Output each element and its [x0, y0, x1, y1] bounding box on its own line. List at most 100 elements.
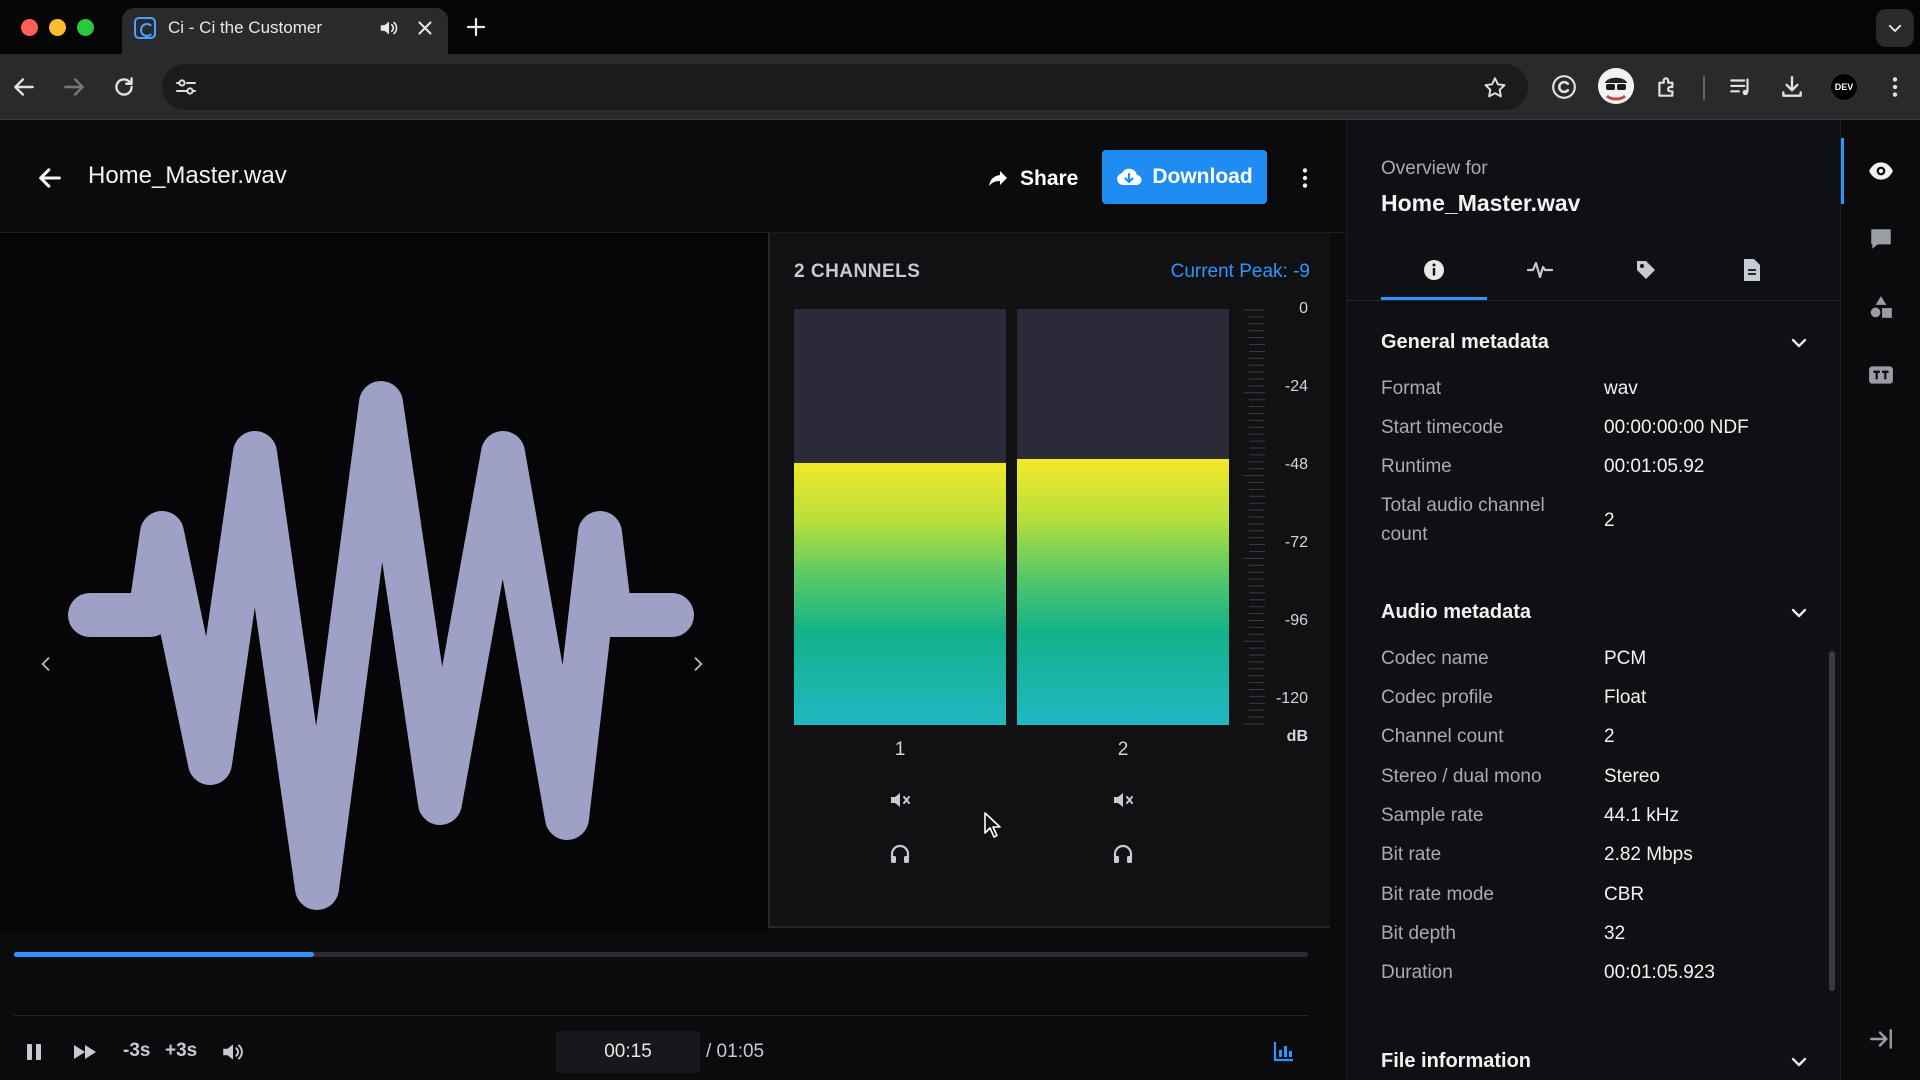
- downloads-icon[interactable]: [1779, 74, 1805, 100]
- current-time-input[interactable]: 00:15: [556, 1031, 700, 1073]
- section-title: File information: [1381, 1050, 1531, 1072]
- audio-metadata-header[interactable]: Audio metadata: [1381, 601, 1811, 629]
- document-icon: [1744, 259, 1760, 281]
- chevron-down-icon: [1791, 338, 1807, 348]
- meta-value: 00:00:00:00 NDF: [1604, 417, 1749, 438]
- pause-icon[interactable]: [22, 1039, 46, 1065]
- window-minimize-button[interactable]: [49, 19, 66, 36]
- back-arrow-icon[interactable]: [36, 164, 64, 192]
- extensions-puzzle-icon[interactable]: [1654, 74, 1680, 100]
- back-arrow-icon[interactable]: [11, 74, 37, 100]
- fast-forward-icon[interactable]: [72, 1039, 98, 1065]
- browser-menu-icon[interactable]: [1882, 74, 1908, 100]
- window-close-button[interactable]: [21, 19, 38, 36]
- tab-document[interactable]: [1699, 258, 1805, 300]
- meta-label: Format: [1381, 378, 1442, 399]
- comment-icon[interactable]: [1868, 226, 1894, 252]
- channel-2-mute-icon[interactable]: [1111, 788, 1135, 812]
- rewind-3s-button[interactable]: -3s: [123, 1040, 150, 1062]
- share-button[interactable]: Share: [986, 154, 1106, 204]
- new-tab-icon[interactable]: [464, 15, 488, 39]
- meta-label: Codec name: [1381, 648, 1489, 669]
- overview-for-label: Overview for: [1381, 158, 1488, 179]
- chevron-down-icon: [1791, 608, 1807, 618]
- collapse-panel-icon[interactable]: [1868, 1026, 1894, 1052]
- meta-value: 32: [1604, 923, 1626, 944]
- current-peak-readout: Current Peak: -9: [1170, 261, 1310, 282]
- tab-tags[interactable]: [1593, 258, 1699, 300]
- panel-scrollbar[interactable]: [1829, 651, 1835, 991]
- extension-c-icon[interactable]: [1551, 74, 1577, 100]
- bookmark-star-icon[interactable]: [1482, 75, 1508, 101]
- channel-2-solo-headphones-icon[interactable]: [1111, 842, 1135, 866]
- previous-chevron-icon[interactable]: [36, 652, 56, 676]
- overview-panel: Overview for Home_Master.wav General met…: [1346, 120, 1841, 1080]
- window-zoom-button[interactable]: [77, 19, 94, 36]
- waveform-icon: [1527, 261, 1553, 279]
- app-root: Home_Master.wav Share Download 2 CHANNEL…: [0, 120, 1920, 1080]
- playback-progress-bar[interactable]: [14, 952, 1308, 957]
- file-information-header[interactable]: File information: [1381, 1050, 1811, 1078]
- meta-value: Stereo: [1604, 766, 1660, 787]
- channel-1-mute-icon[interactable]: [888, 788, 912, 812]
- audio-meter-toggle-icon[interactable]: [1272, 1039, 1296, 1063]
- db-tick-label: -96: [1284, 612, 1308, 629]
- meta-label: Bit rate: [1381, 844, 1442, 865]
- controls-divider: [14, 1015, 1308, 1016]
- channel-count-label: 2 CHANNELS: [794, 261, 921, 282]
- tab-audio-playing-icon[interactable]: [378, 17, 400, 39]
- forward-3s-button[interactable]: +3s: [165, 1040, 197, 1062]
- viewer-header: Home_Master.wav Share Download: [0, 120, 1346, 233]
- audio-waveform-icon: [68, 381, 694, 910]
- tab-search-button[interactable]: [1876, 9, 1914, 47]
- shapes-icon[interactable]: [1868, 294, 1894, 320]
- site-settings-icon[interactable]: [174, 75, 198, 99]
- channel-2-level-fill: [1017, 458, 1229, 725]
- overview-title: Home_Master.wav: [1381, 190, 1581, 216]
- reload-icon[interactable]: [111, 74, 137, 100]
- db-tick-label: -120: [1275, 690, 1308, 707]
- db-tick-label: 0: [1299, 300, 1308, 317]
- volume-icon[interactable]: [220, 1039, 246, 1065]
- forward-arrow-icon[interactable]: [61, 74, 87, 100]
- general-metadata-header[interactable]: General metadata: [1381, 331, 1811, 359]
- media-control-icon[interactable]: [1728, 74, 1754, 100]
- db-scale-ticks: [1243, 309, 1265, 725]
- meta-value: 00:01:05.923: [1604, 962, 1715, 983]
- tab-info[interactable]: [1381, 258, 1487, 300]
- channel-1-level-bar: [794, 309, 1006, 725]
- channel-2-number: 2: [1117, 739, 1129, 760]
- meta-value: Float: [1604, 687, 1647, 708]
- browser-toolbar: DEV: [0, 54, 1920, 120]
- tab-close-icon[interactable]: [414, 17, 436, 39]
- more-options-icon[interactable]: [1292, 164, 1318, 192]
- meta-label: Stereo / dual mono: [1381, 766, 1542, 787]
- meta-value: PCM: [1604, 648, 1647, 669]
- meta-value: 2: [1604, 726, 1615, 747]
- meta-value: 44.1 kHz: [1604, 805, 1679, 826]
- next-chevron-icon[interactable]: [688, 652, 708, 676]
- meta-label: Sample rate: [1381, 805, 1484, 826]
- section-title: Audio metadata: [1381, 601, 1532, 623]
- page-title: Home_Master.wav: [88, 162, 287, 189]
- tab-title: Ci - Ci the Customer: [168, 18, 322, 37]
- channel-1-solo-headphones-icon[interactable]: [888, 842, 912, 866]
- tab-waveform[interactable]: [1487, 258, 1593, 300]
- meta-label: Start timecode: [1381, 417, 1504, 438]
- share-arrow-icon: [989, 171, 1007, 186]
- rail-active-indicator: [1841, 138, 1844, 204]
- text-track-icon[interactable]: [1868, 362, 1894, 388]
- address-bar[interactable]: [162, 64, 1528, 110]
- profile-badge-button[interactable]: DEV: [1830, 73, 1858, 101]
- eye-icon[interactable]: [1868, 158, 1894, 184]
- meta-value: 2: [1604, 510, 1615, 531]
- download-button[interactable]: Download: [1102, 150, 1267, 204]
- meta-label: Duration: [1381, 962, 1453, 983]
- browser-tab-active[interactable]: Ci - Ci the Customer: [122, 8, 448, 54]
- browser-tab-strip: Ci - Ci the Customer: [0, 0, 1920, 54]
- chevron-down-icon: [1791, 1057, 1807, 1067]
- profile-avatar[interactable]: [1598, 68, 1634, 104]
- download-label: Download: [1152, 165, 1253, 188]
- chevron-down-icon: [1888, 24, 1902, 32]
- db-tick-label: -72: [1284, 534, 1308, 551]
